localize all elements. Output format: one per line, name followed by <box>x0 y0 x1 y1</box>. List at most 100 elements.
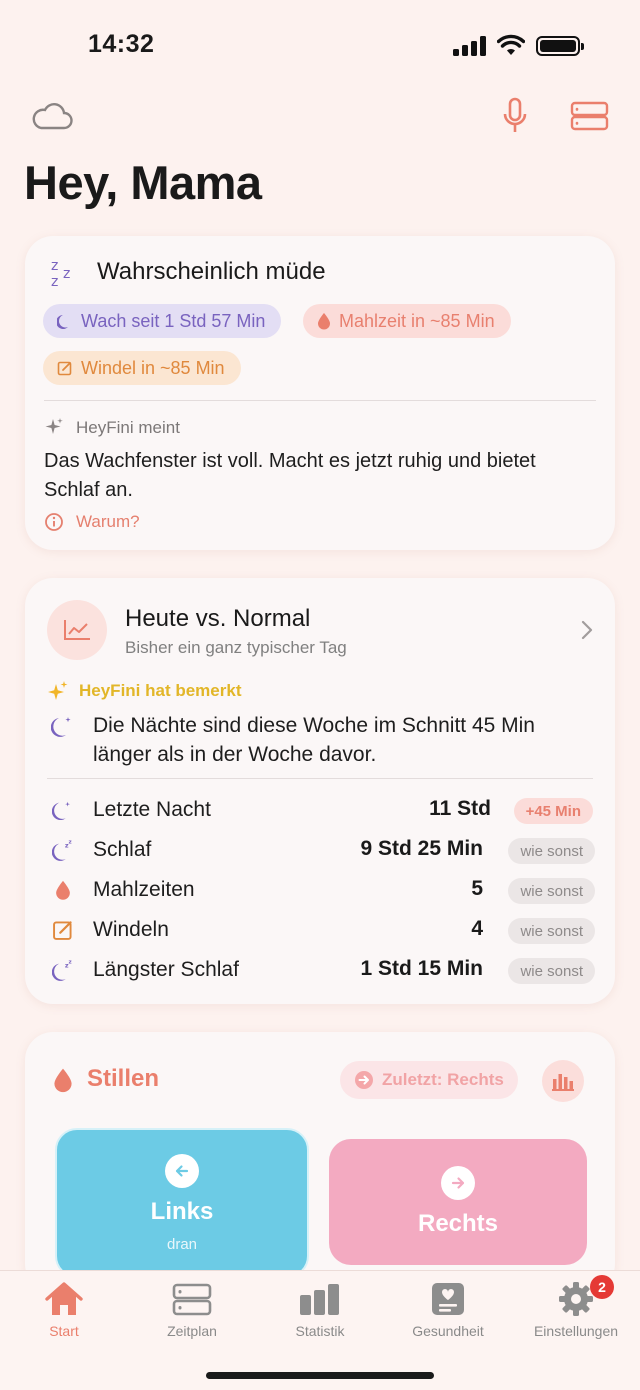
left-side-sublabel: dran <box>166 1235 198 1253</box>
divider <box>47 778 593 779</box>
stat-value: 9 Std 25 Min <box>360 837 483 860</box>
stat-value: 1 Std 15 Min <box>360 957 483 980</box>
sleep-zz-icon: z z z <box>51 258 70 288</box>
why-link[interactable]: Warum? <box>76 512 140 532</box>
next-meal-label: Mahlzeit in ~85 Min <box>339 310 495 331</box>
sparkle-icon <box>45 418 63 434</box>
arrow-right-icon <box>441 1166 475 1200</box>
info-icon <box>45 513 63 531</box>
note-edit-icon <box>51 918 75 942</box>
moon-icon <box>57 315 68 329</box>
left-side-label: Links <box>150 1197 214 1225</box>
ai-noticed-label: HeyFini hat bemerkt <box>79 681 242 700</box>
last-side-chip[interactable]: Zuletzt: Rechts <box>340 1061 518 1099</box>
state-card: z z z Wahrscheinlich müde Wach seit 1 St… <box>25 236 615 550</box>
moon-stars-icon <box>51 798 75 822</box>
moon-zz-icon: zz <box>51 958 75 982</box>
gear-icon <box>559 1282 593 1316</box>
stat-label: Windeln <box>93 918 169 941</box>
next-meal-chip[interactable]: Mahlzeit in ~85 Min <box>303 304 511 338</box>
stat-row-longest-sleep: zz Längster Schlaf 1 Std 15 Min wie sons… <box>47 952 595 988</box>
right-side-button[interactable]: Rechts <box>329 1139 587 1265</box>
tab-label: Zeitplan <box>167 1323 217 1339</box>
feeding-stats-button[interactable] <box>542 1060 584 1102</box>
divider <box>44 400 596 401</box>
moon-zz-icon: zz <box>51 838 75 862</box>
status-bar: 14:32 <box>0 0 640 90</box>
ai-hint-text: Das Wachfenster ist voll. Macht es jetzt… <box>44 450 536 501</box>
compare-title: Heute vs. Normal <box>125 605 311 632</box>
moon-stars-icon <box>51 717 71 737</box>
stat-row-meals: Mahlzeiten 5 wie sonst <box>47 872 595 908</box>
tab-label: Statistik <box>295 1323 345 1339</box>
battery-icon <box>536 36 584 56</box>
stat-delta-badge: wie sonst <box>508 958 595 984</box>
ai-hint-label: HeyFini meint <box>76 418 180 437</box>
right-side-label: Rechts <box>417 1210 499 1237</box>
state-title: Wahrscheinlich müde <box>97 258 326 285</box>
next-diaper-chip[interactable]: Windel in ~85 Min <box>43 351 241 385</box>
stat-label: Mahlzeiten <box>93 878 195 901</box>
tab-label: Start <box>49 1323 79 1339</box>
stat-label: Letzte Nacht <box>93 798 211 821</box>
tab-settings[interactable]: 2 Einstellungen <box>512 1275 640 1339</box>
chevron-right-icon[interactable] <box>580 620 594 640</box>
stat-value: 11 Std <box>429 797 491 820</box>
awake-since-label: Wach seit 1 Std 57 Min <box>81 310 266 331</box>
stat-row-diapers: Windeln 4 wie sonst <box>47 912 595 948</box>
next-diaper-label: Windel in ~85 Min <box>81 357 225 378</box>
page-title: Hey, Mama <box>24 156 262 209</box>
awake-since-chip[interactable]: Wach seit 1 Std 57 Min <box>43 304 282 338</box>
home-indicator[interactable] <box>206 1372 434 1379</box>
left-side-button[interactable]: Links dran <box>55 1128 309 1278</box>
today-vs-normal-card[interactable]: Heute vs. Normal Bisher ein ganz typisch… <box>25 578 615 1004</box>
tab-schedule[interactable]: Zeitplan <box>128 1281 256 1339</box>
bar-chart-icon <box>300 1284 339 1315</box>
microphone-icon[interactable] <box>500 96 530 136</box>
tab-label: Gesundheit <box>412 1323 484 1339</box>
cloud-icon[interactable] <box>30 98 74 134</box>
tab-health[interactable]: Gesundheit <box>384 1281 512 1339</box>
tab-start[interactable]: Start <box>0 1281 128 1339</box>
last-side-label: Zuletzt: Rechts <box>382 1070 504 1089</box>
schedule-icon <box>172 1283 212 1316</box>
svg-text:z: z <box>69 840 72 846</box>
stat-delta-badge: +45 Min <box>513 798 593 824</box>
timeline-list-icon[interactable] <box>568 98 610 134</box>
trend-chart-icon <box>47 600 107 660</box>
svg-text:z: z <box>51 274 58 288</box>
ai-noticed-text: Die Nächte sind diese Woche im Schnitt 4… <box>93 714 535 766</box>
stat-delta-badge: wie sonst <box>508 838 595 864</box>
arrow-right-circle-icon <box>355 1071 373 1089</box>
svg-text:z: z <box>69 960 72 966</box>
breastfeeding-card: Stillen Zuletzt: Rechts Links dran Recht… <box>25 1032 615 1292</box>
stat-row-sleep: zz Schlaf 9 Std 25 Min wie sonst <box>47 832 595 868</box>
compare-subtitle: Bisher ein ganz typischer Tag <box>125 638 347 657</box>
bar-chart-icon <box>552 1074 574 1091</box>
stat-delta-badge: wie sonst <box>508 918 595 944</box>
stat-label: Längster Schlaf <box>93 958 239 981</box>
arrow-left-icon <box>165 1153 199 1188</box>
notification-badge: 2 <box>590 1275 614 1299</box>
stat-value: 4 <box>471 917 483 940</box>
wifi-icon <box>497 34 525 55</box>
drop-icon <box>54 1068 72 1093</box>
drop-icon <box>318 313 330 330</box>
tab-statistics[interactable]: Statistik <box>256 1281 384 1339</box>
status-time: 14:32 <box>88 30 155 58</box>
stat-delta-badge: wie sonst <box>508 878 595 904</box>
sparkles-icon <box>48 681 68 700</box>
svg-text:z: z <box>51 258 58 274</box>
cellular-signal-icon <box>453 36 486 56</box>
stat-row-last-night: Letzte Nacht 11 Std +45 Min <box>47 792 595 828</box>
feeding-title: Stillen <box>87 1065 160 1092</box>
drop-icon <box>51 878 75 902</box>
svg-text:z: z <box>63 266 70 282</box>
tab-label: Einstellungen <box>533 1323 619 1339</box>
stat-value: 5 <box>471 877 483 900</box>
note-edit-icon <box>57 361 72 376</box>
home-icon <box>45 1282 83 1315</box>
health-icon <box>432 1283 464 1315</box>
top-toolbar <box>0 96 640 136</box>
stat-label: Schlaf <box>93 838 152 861</box>
